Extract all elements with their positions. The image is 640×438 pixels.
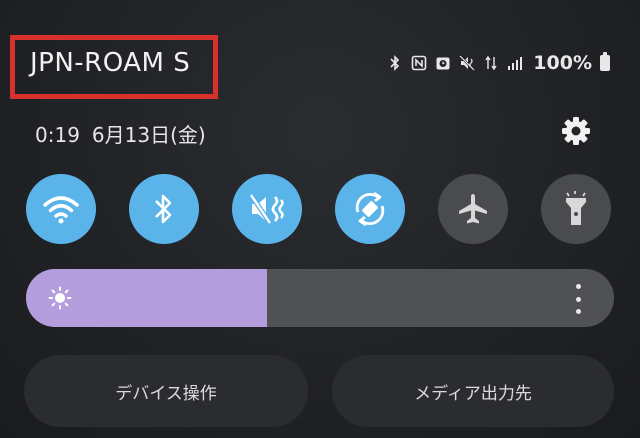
nfc-icon: [411, 55, 427, 71]
more-options-icon[interactable]: [568, 284, 588, 314]
signal-icon: [507, 55, 523, 71]
wifi-icon: [43, 196, 79, 224]
mute-icon: [459, 55, 476, 71]
quick-settings-tiles: [26, 174, 616, 244]
device-control-button[interactable]: デバイス操作: [24, 355, 308, 427]
wifi-tile[interactable]: [26, 174, 96, 244]
data-arrows-icon: [483, 55, 499, 71]
flashlight-tile[interactable]: [541, 174, 611, 244]
clock-time: 0:19: [35, 123, 80, 147]
alarm-icon: [435, 55, 451, 71]
sun-icon: [48, 286, 72, 310]
gear-icon[interactable]: [560, 115, 592, 147]
bluetooth-icon: [155, 194, 172, 224]
battery-icon: [600, 52, 610, 71]
date-label: 6月13日(金): [91, 123, 206, 147]
sound-tile[interactable]: [232, 174, 302, 244]
date-time[interactable]: 0:19 6月13日(金): [35, 119, 218, 148]
flashlight-icon: [566, 191, 586, 225]
battery-percent: 100%: [533, 52, 592, 74]
airplane-tile[interactable]: [438, 174, 508, 244]
brightness-slider[interactable]: [26, 269, 614, 327]
status-icons: 100%: [387, 52, 610, 74]
bluetooth-tile[interactable]: [129, 174, 199, 244]
bluetooth-icon: [387, 55, 403, 71]
auto-rotate-tile[interactable]: [335, 174, 405, 244]
mute-vibrate-icon: [249, 193, 284, 225]
airplane-icon: [459, 194, 487, 224]
rotate-icon: [355, 191, 385, 227]
carrier-name: JPN-ROAM S: [30, 48, 191, 78]
media-output-button[interactable]: メディア出力先: [332, 355, 614, 427]
